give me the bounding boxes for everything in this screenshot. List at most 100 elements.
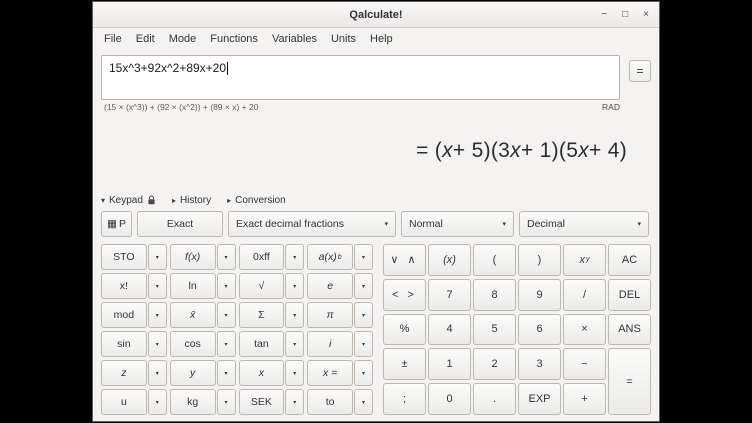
keypad-button-assign-x-menu[interactable]: ▾ <box>354 360 373 386</box>
keypad-button-fx-menu[interactable]: ▾ <box>217 244 236 270</box>
keypad-button-x[interactable]: x <box>239 360 285 386</box>
keypad-button-cos-menu[interactable]: ▾ <box>217 331 236 357</box>
keypad-button-up-down[interactable]: ∨ ∧ <box>383 244 426 276</box>
history-toggle[interactable]: ▸ History <box>172 195 211 206</box>
fraction-mode-select[interactable]: Exact decimal fractions ▾ <box>228 211 396 237</box>
keypad-button-factorial[interactable]: x! <box>101 273 147 299</box>
keypad-button-y[interactable]: y <box>170 360 216 386</box>
keypad-button-e-menu[interactable]: ▾ <box>354 273 373 299</box>
keypad-button-1[interactable]: 1 <box>428 348 471 380</box>
window-controls: − □ × <box>601 2 649 27</box>
close-icon[interactable]: × <box>643 10 649 20</box>
keypad-button-ac[interactable]: AC <box>608 244 651 276</box>
keypad-button-fx[interactable]: f(x) <box>170 244 216 270</box>
keypad-button-add[interactable]: + <box>563 383 606 415</box>
keypad-button-cos[interactable]: cos <box>170 331 216 357</box>
expression-input[interactable]: 15x^3+92x^2+89x+20 <box>101 55 620 100</box>
exact-mode-button[interactable]: Exact <box>137 211 223 237</box>
chevron-down-icon: ▾ <box>637 220 641 228</box>
menu-mode[interactable]: Mode <box>162 31 204 47</box>
keypad-button-mod-menu[interactable]: ▾ <box>148 302 167 328</box>
minimize-icon[interactable]: − <box>601 10 607 20</box>
keypad-button-to-menu[interactable]: ▾ <box>354 389 373 415</box>
menu-help[interactable]: Help <box>363 31 400 47</box>
keypad-button-0[interactable]: 0 <box>428 383 471 415</box>
keypad-button-mean-menu[interactable]: ▾ <box>217 302 236 328</box>
keypad-button-hex-menu[interactable]: ▾ <box>285 244 304 270</box>
keypad-button-mean[interactable]: x̄ <box>170 302 216 328</box>
keypad-button-sqrt[interactable]: √ <box>239 273 285 299</box>
keypad-button-paren-x[interactable]: (x) <box>428 244 471 276</box>
keypad-button-multiply[interactable]: × <box>563 314 606 346</box>
keypad-button-kg[interactable]: kg <box>170 389 216 415</box>
keypad-button-kg-menu[interactable]: ▾ <box>217 389 236 415</box>
keypad-button-7[interactable]: 7 <box>428 279 471 311</box>
keypad-button-8[interactable]: 8 <box>473 279 516 311</box>
keypad-button-ln-menu[interactable]: ▾ <box>217 273 236 299</box>
keypad-button-hex[interactable]: 0xff <box>239 244 285 270</box>
keypad-button-3[interactable]: 3 <box>518 348 561 380</box>
display-mode-select[interactable]: Normal ▾ <box>401 211 514 237</box>
keypad-toggle[interactable]: ▾ Keypad <box>101 195 156 206</box>
maximize-icon[interactable]: □ <box>622 10 628 20</box>
programming-keypad-button[interactable]: ▦ P <box>101 211 132 237</box>
keypad-button-sin[interactable]: sin <box>101 331 147 357</box>
keypad-button-sto-menu[interactable]: ▾ <box>148 244 167 270</box>
conversion-toggle[interactable]: ▸ Conversion <box>227 195 286 206</box>
keypad-button-plusminus[interactable]: ± <box>383 348 426 380</box>
keypad-button-percent[interactable]: % <box>383 314 426 346</box>
keypad-button-axb-menu[interactable]: ▾ <box>354 244 373 270</box>
keypad-button-axb[interactable]: a(x)b <box>307 244 353 270</box>
keypad-button-i-menu[interactable]: ▾ <box>354 331 373 357</box>
keypad-button-sqrt-menu[interactable]: ▾ <box>285 273 304 299</box>
keypad-button-2[interactable]: 2 <box>473 348 516 380</box>
menu-units[interactable]: Units <box>324 31 363 47</box>
keypad-button-subtract[interactable]: − <box>563 348 606 380</box>
keypad-button-x-menu[interactable]: ▾ <box>285 360 304 386</box>
keypad-button-6[interactable]: 6 <box>518 314 561 346</box>
keypad-button-exp[interactable]: EXP <box>518 383 561 415</box>
keypad-button-u-menu[interactable]: ▾ <box>148 389 167 415</box>
keypad-button-power[interactable]: xy <box>563 244 606 276</box>
menu-functions[interactable]: Functions <box>203 31 265 47</box>
keypad-button-5[interactable]: 5 <box>473 314 516 346</box>
keypad-button-sin-menu[interactable]: ▾ <box>148 331 167 357</box>
keypad-button-sek-menu[interactable]: ▾ <box>285 389 304 415</box>
keypad-button-ln[interactable]: ln <box>170 273 216 299</box>
keypad-button-equals[interactable]: = <box>608 348 651 415</box>
keypad-button-z[interactable]: z <box>101 360 147 386</box>
keypad-button-u[interactable]: u <box>101 389 147 415</box>
keypad-button-sum[interactable]: Σ <box>239 302 285 328</box>
keypad-button-divide[interactable]: / <box>563 279 606 311</box>
menu-variables[interactable]: Variables <box>265 31 324 47</box>
calculate-button[interactable]: = <box>629 60 651 82</box>
menu-file[interactable]: File <box>97 31 129 47</box>
keypad-button-z-menu[interactable]: ▾ <box>148 360 167 386</box>
keypad-button-close-paren[interactable]: ) <box>518 244 561 276</box>
keypad-button-tan-menu[interactable]: ▾ <box>285 331 304 357</box>
keypad-button-9[interactable]: 9 <box>518 279 561 311</box>
keypad-button-sek[interactable]: SEK <box>239 389 285 415</box>
keypad-button-pi-menu[interactable]: ▾ <box>354 302 373 328</box>
keypad-button-assign-x[interactable]: x = <box>307 360 353 386</box>
menu-edit[interactable]: Edit <box>129 31 162 47</box>
keypad-button-y-menu[interactable]: ▾ <box>217 360 236 386</box>
keypad-button-sum-menu[interactable]: ▾ <box>285 302 304 328</box>
keypad-button-sto[interactable]: STO <box>101 244 147 270</box>
number-base-select[interactable]: Decimal ▾ <box>519 211 649 237</box>
keypad-button-i[interactable]: i <box>307 331 353 357</box>
keypad-button-ans[interactable]: ANS <box>608 314 651 346</box>
keypad-button-tan[interactable]: tan <box>239 331 285 357</box>
keypad-button-open-paren[interactable]: ( <box>473 244 516 276</box>
keypad-button-factorial-menu[interactable]: ▾ <box>148 273 167 299</box>
keypad-button-mod[interactable]: mod <box>101 302 147 328</box>
keypad-button-e[interactable]: e <box>307 273 353 299</box>
keypad-button-del[interactable]: DEL <box>608 279 651 311</box>
keypad-button-decimal-point[interactable]: . <box>473 383 516 415</box>
keypad-button-to[interactable]: to <box>307 389 353 415</box>
keypad-button-left-right[interactable]: < > <box>383 279 426 311</box>
axb-sup: b <box>338 254 342 261</box>
keypad-button-semicolon[interactable]: ; <box>383 383 426 415</box>
keypad-button-4[interactable]: 4 <box>428 314 471 346</box>
keypad-button-pi[interactable]: π <box>307 302 353 328</box>
